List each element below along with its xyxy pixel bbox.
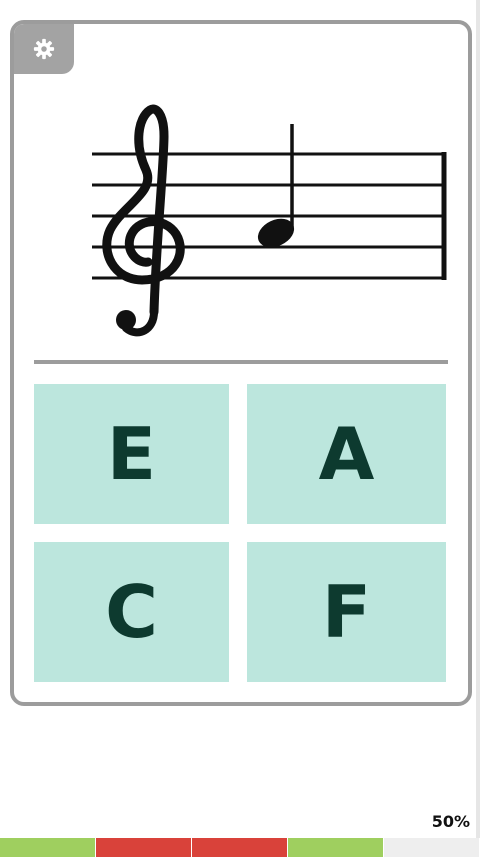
progress-segment-correct: [0, 838, 96, 857]
answer-label: F: [321, 570, 372, 654]
answer-label: C: [105, 570, 158, 654]
treble-clef-icon: [102, 104, 185, 337]
treble-clef-tail: [116, 310, 136, 330]
answer-label: A: [318, 412, 375, 496]
page: E A C F 50%: [0, 0, 480, 857]
progress-percent: 50%: [431, 812, 470, 831]
progress-segment-pending: [384, 838, 480, 857]
answer-label: E: [106, 412, 157, 496]
progress-segment-wrong: [96, 838, 192, 857]
progress-segment-correct: [288, 838, 384, 857]
quarter-note-icon: [257, 124, 295, 248]
quiz-card: E A C F: [10, 20, 472, 706]
music-staff: [92, 104, 447, 337]
divider: [34, 360, 448, 364]
answer-button-e[interactable]: E: [34, 384, 229, 524]
gear-icon: [33, 38, 55, 60]
progress-segment-wrong: [192, 838, 288, 857]
answer-button-a[interactable]: A: [247, 384, 446, 524]
settings-button[interactable]: [14, 24, 74, 74]
progress-bar: [0, 838, 480, 857]
answer-button-c[interactable]: C: [34, 542, 229, 682]
scrollbar[interactable]: [476, 0, 480, 838]
answer-button-f[interactable]: F: [247, 542, 446, 682]
